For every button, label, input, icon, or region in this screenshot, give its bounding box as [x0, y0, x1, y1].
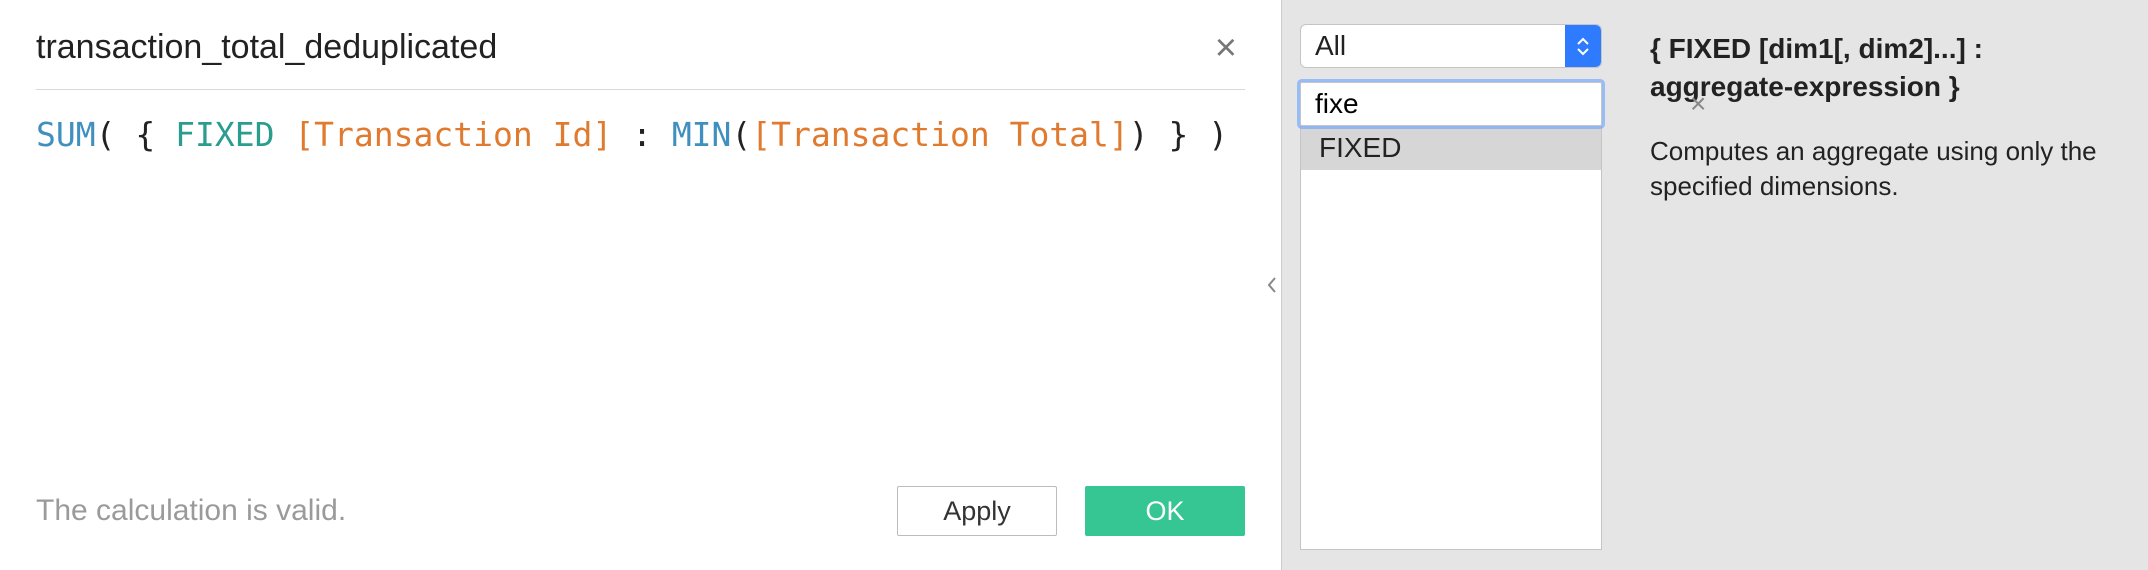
help-title: { FIXED [dim1[, dim2]...] : aggregate-ex…	[1650, 30, 2118, 106]
formula-token: ) } )	[1129, 115, 1228, 154]
clear-search-icon[interactable]: ×	[1690, 88, 1706, 120]
name-row: ×	[36, 28, 1245, 90]
formula-token-fn: SUM	[36, 115, 96, 154]
function-category-value: All	[1301, 30, 1565, 62]
formula-token-fn: MIN	[672, 115, 732, 154]
validation-status: The calculation is valid.	[36, 494, 869, 528]
collapse-handle-icon[interactable]	[1262, 261, 1282, 309]
formula-token-field: [Transaction Total]	[751, 115, 1129, 154]
help-description: Computes an aggregate using only the spe…	[1650, 134, 2110, 204]
formula-token: (	[731, 115, 751, 154]
ok-button[interactable]: OK	[1085, 486, 1245, 536]
formula-token	[274, 115, 294, 154]
function-help-panel: { FIXED [dim1[, dim2]...] : aggregate-ex…	[1620, 0, 2148, 570]
apply-button[interactable]: Apply	[897, 486, 1057, 536]
function-category-select[interactable]: All	[1300, 24, 1602, 68]
calculation-name-input[interactable]	[36, 28, 1207, 67]
help-title-line: { FIXED [dim1[, dim2]...] :	[1650, 33, 1983, 64]
formula-token: ( {	[96, 115, 175, 154]
formula-token-keyword: FIXED	[175, 115, 274, 154]
formula-editor[interactable]: SUM( { FIXED [Transaction Id] : MIN([Tra…	[36, 112, 1245, 422]
formula-token: :	[612, 115, 672, 154]
stepper-arrows-icon	[1565, 25, 1601, 67]
function-results-list[interactable]: FIXED	[1300, 126, 1602, 550]
function-browser-panel: All × FIXED	[1282, 0, 1620, 570]
function-search-input[interactable]	[1301, 88, 1690, 120]
editor-footer: The calculation is valid. Apply OK	[36, 486, 1245, 536]
close-icon[interactable]: ×	[1207, 29, 1245, 67]
calculation-editor-panel: × SUM( { FIXED [Transaction Id] : MIN([T…	[0, 0, 1282, 570]
function-result-item[interactable]: FIXED	[1301, 126, 1601, 170]
formula-token-field: [Transaction Id]	[294, 115, 612, 154]
function-search-wrap: ×	[1300, 82, 1602, 126]
